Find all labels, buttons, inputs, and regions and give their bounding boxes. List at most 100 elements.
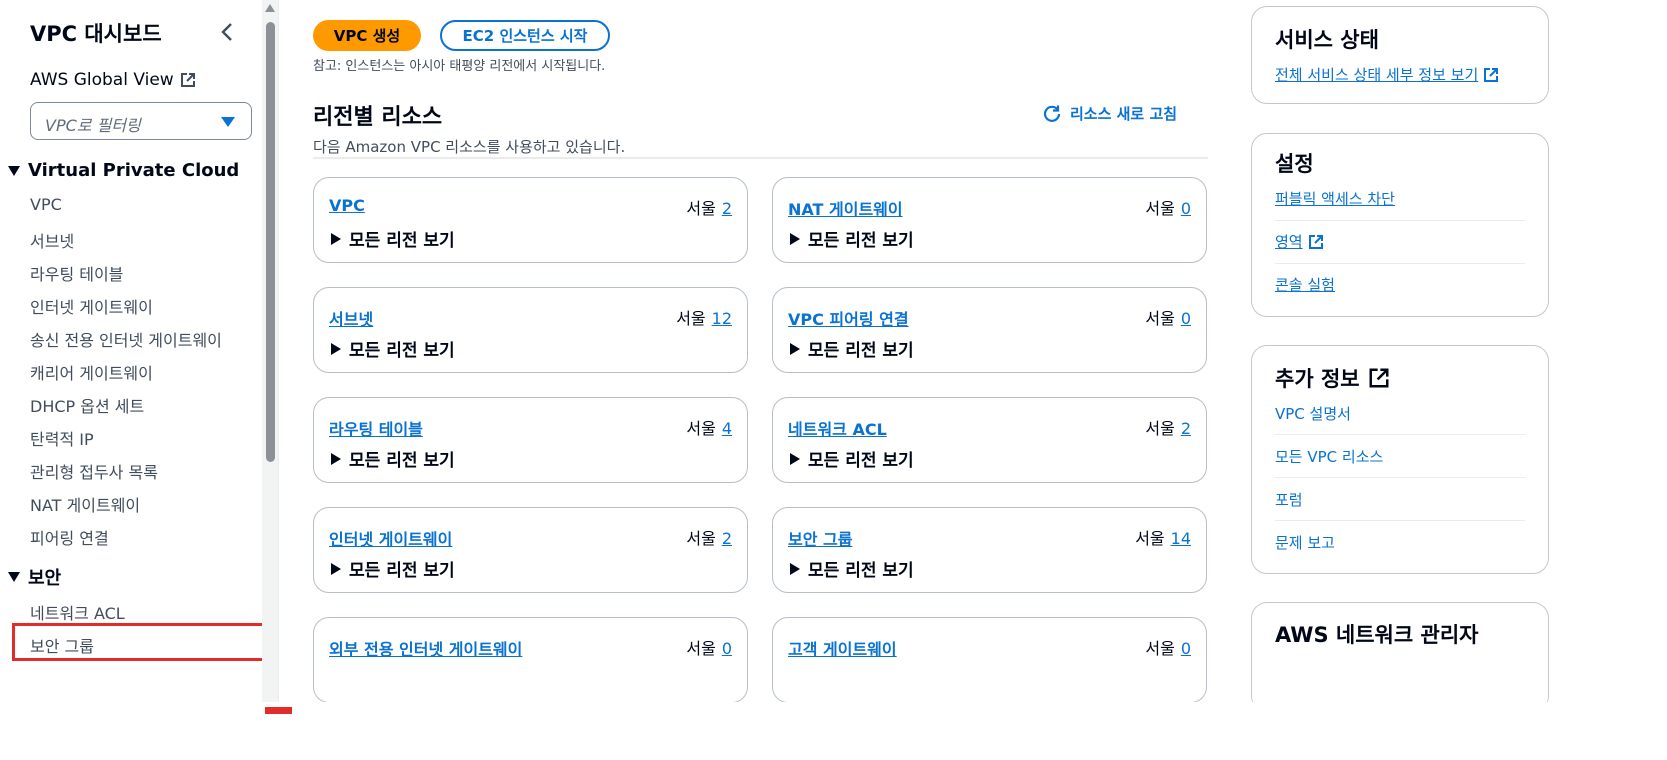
refresh-icon bbox=[1043, 105, 1061, 122]
block-public-access-link[interactable]: 퍼블릭 액세스 차단 bbox=[1275, 188, 1395, 209]
zones-link-label: 영역 bbox=[1275, 233, 1303, 251]
section-security[interactable]: 보안 bbox=[8, 564, 61, 590]
view-all-regions-toggle[interactable]: 모든 리전 보기 bbox=[331, 336, 455, 361]
resource-card-region: 서울 0 bbox=[1145, 305, 1191, 329]
region-label: 서울 bbox=[1145, 199, 1175, 218]
sidebar-item-elastic-ip[interactable]: 탄력적 IP bbox=[30, 426, 94, 450]
divider bbox=[1275, 520, 1525, 521]
resource-card-name-link[interactable]: NAT 게이트웨이 bbox=[788, 196, 903, 220]
refresh-resources-button[interactable]: 리소스 새로 고침 bbox=[1042, 103, 1177, 124]
sidebar-item-subnets[interactable]: 서브넷 bbox=[30, 228, 74, 252]
resource-card: 라우팅 테이블 서울 4 모든 리전 보기 bbox=[313, 397, 748, 483]
resource-card-name-link[interactable]: 네트워크 ACL bbox=[788, 416, 887, 440]
resource-card-name-link[interactable]: 고객 게이트웨이 bbox=[788, 636, 897, 660]
sidebar-item-vpc[interactable]: VPC bbox=[30, 195, 62, 214]
sidebar-item-internet-gateways[interactable]: 인터넷 게이트웨이 bbox=[30, 294, 153, 318]
resource-card-name-link[interactable]: VPC 피어링 연결 bbox=[788, 306, 909, 330]
resource-count-link[interactable]: 2 bbox=[722, 529, 732, 548]
region-label: 서울 bbox=[686, 529, 716, 548]
service-health-panel: 서비스 상태 전체 서비스 상태 세부 정보 보기 bbox=[1251, 6, 1549, 104]
sidebar-item-egress-only-igw[interactable]: 송신 전용 인터넷 게이트웨이 bbox=[30, 327, 222, 351]
resource-count-link[interactable]: 0 bbox=[1181, 309, 1191, 328]
create-vpc-button[interactable]: VPC 생성 bbox=[313, 20, 421, 51]
service-health-title: 서비스 상태 bbox=[1275, 28, 1379, 52]
triangle-expand-icon bbox=[8, 165, 20, 176]
region-label: 서울 bbox=[1145, 419, 1175, 438]
resource-card-name-link[interactable]: 인터넷 게이트웨이 bbox=[329, 526, 452, 550]
zones-link[interactable]: 영역 bbox=[1275, 231, 1324, 252]
forums-link[interactable]: 포럼 bbox=[1275, 489, 1303, 510]
sidebar-item-nat-gateways[interactable]: NAT 게이트웨이 bbox=[30, 492, 140, 516]
sidebar-item-dhcp-option-sets[interactable]: DHCP 옵션 세트 bbox=[30, 393, 144, 417]
view-all-regions-toggle[interactable]: 모든 리전 보기 bbox=[790, 336, 914, 361]
resource-card: VPC 서울 2 모든 리전 보기 bbox=[313, 177, 748, 263]
resource-card-name-link[interactable]: 서브넷 bbox=[329, 306, 373, 330]
scroll-up-arrow-icon[interactable] bbox=[265, 4, 275, 12]
section-label: 보안 bbox=[28, 568, 62, 589]
resource-card: 고객 게이트웨이 서울 0 bbox=[772, 617, 1207, 702]
external-link-icon bbox=[180, 73, 195, 87]
sidebar-item-route-tables[interactable]: 라우팅 테이블 bbox=[30, 261, 123, 285]
sidebar-item-carrier-gateways[interactable]: 캐리어 게이트웨이 bbox=[30, 360, 153, 384]
view-all-regions-toggle[interactable]: 모든 리전 보기 bbox=[331, 556, 455, 581]
launch-ec2-button[interactable]: EC2 인스턴스 시작 bbox=[440, 20, 610, 51]
region-note: 참고: 인스턴스는 아시아 태평양 리전에서 시작됩니다. bbox=[313, 59, 606, 74]
view-all-regions-label: 모든 리전 보기 bbox=[349, 341, 455, 361]
settings-panel: 설정 퍼블릭 액세스 차단 영역 콘솔 실험 bbox=[1251, 133, 1549, 317]
resource-card-name-link[interactable]: VPC bbox=[329, 196, 365, 215]
resource-count-link[interactable]: 2 bbox=[722, 199, 732, 218]
view-all-regions-label: 모든 리전 보기 bbox=[808, 561, 914, 581]
view-all-regions-toggle[interactable]: 모든 리전 보기 bbox=[790, 446, 914, 471]
resource-card: 보안 그룹 서울 14 모든 리전 보기 bbox=[772, 507, 1207, 593]
resource-card-name-link[interactable]: 외부 전용 인터넷 게이트웨이 bbox=[329, 636, 522, 660]
all-vpc-resources-link[interactable]: 모든 VPC 리소스 bbox=[1275, 446, 1383, 467]
collapse-chevron-icon[interactable] bbox=[218, 20, 236, 44]
scrollbar-thumb[interactable] bbox=[266, 22, 275, 462]
external-link-icon bbox=[1308, 234, 1323, 249]
view-all-regions-toggle[interactable]: 모든 리전 보기 bbox=[331, 446, 455, 471]
global-view-link[interactable]: AWS Global View bbox=[30, 70, 196, 90]
resource-card-name-link[interactable]: 보안 그룹 bbox=[788, 526, 852, 550]
sidebar-item-prefix-lists[interactable]: 관리형 접두사 목록 bbox=[30, 459, 158, 483]
resource-count-link[interactable]: 0 bbox=[1181, 199, 1191, 218]
triangle-right-icon bbox=[790, 562, 800, 575]
view-all-regions-label: 모든 리전 보기 bbox=[808, 341, 914, 361]
resource-count-link[interactable]: 0 bbox=[1181, 639, 1191, 658]
sidebar-title[interactable]: VPC 대시보드 bbox=[30, 18, 162, 48]
resource-count-link[interactable]: 2 bbox=[1181, 419, 1191, 438]
settings-title: 설정 bbox=[1275, 152, 1314, 176]
report-issue-link[interactable]: 문제 보고 bbox=[1275, 532, 1335, 553]
more-info-panel: 추가 정보 VPC 설명서 모든 VPC 리소스 포럼 문제 보고 bbox=[1251, 345, 1549, 574]
sidebar-item-network-acl[interactable]: 네트워크 ACL bbox=[30, 600, 125, 624]
more-info-title: 추가 정보 bbox=[1275, 367, 1360, 391]
resource-count-link[interactable]: 14 bbox=[1171, 529, 1191, 548]
resource-card-region: 서울 2 bbox=[1145, 415, 1191, 439]
view-all-regions-toggle[interactable]: 모든 리전 보기 bbox=[790, 226, 914, 251]
divider bbox=[1275, 263, 1525, 264]
resource-count-link[interactable]: 0 bbox=[722, 639, 732, 658]
triangle-right-icon bbox=[331, 452, 341, 465]
resource-card: NAT 게이트웨이 서울 0 모든 리전 보기 bbox=[772, 177, 1207, 263]
resource-card-name-link[interactable]: 라우팅 테이블 bbox=[329, 416, 423, 440]
view-all-regions-toggle[interactable]: 모든 리전 보기 bbox=[790, 556, 914, 581]
global-view-label: AWS Global View bbox=[30, 70, 174, 90]
view-all-regions-label: 모든 리전 보기 bbox=[349, 451, 455, 471]
divider bbox=[1275, 434, 1525, 435]
region-label: 서울 bbox=[686, 419, 716, 438]
more-info-title-wrap[interactable]: 추가 정보 bbox=[1275, 363, 1390, 393]
resource-count-link[interactable]: 4 bbox=[722, 419, 732, 438]
section-label: Virtual Private Cloud bbox=[28, 160, 240, 181]
console-experiments-link[interactable]: 콘솔 실험 bbox=[1275, 274, 1335, 295]
caret-down-icon bbox=[221, 117, 235, 127]
section-virtual-private-cloud[interactable]: Virtual Private Cloud bbox=[8, 160, 239, 181]
resource-count-link[interactable]: 12 bbox=[712, 309, 732, 328]
resource-card: 서브넷 서울 12 모든 리전 보기 bbox=[313, 287, 748, 373]
vpc-docs-link[interactable]: VPC 설명서 bbox=[1275, 403, 1351, 424]
resource-card: 외부 전용 인터넷 게이트웨이 서울 0 bbox=[313, 617, 748, 702]
view-all-regions-toggle[interactable]: 모든 리전 보기 bbox=[331, 226, 455, 251]
sidebar-scrollbar[interactable] bbox=[262, 0, 278, 702]
sidebar-item-peering-connections[interactable]: 피어링 연결 bbox=[30, 525, 109, 549]
resources-title: 리전별 리소스 bbox=[313, 105, 443, 130]
vpc-filter-select[interactable]: VPC로 필터링 bbox=[30, 102, 252, 140]
service-health-link[interactable]: 전체 서비스 상태 세부 정보 보기 bbox=[1275, 64, 1499, 85]
